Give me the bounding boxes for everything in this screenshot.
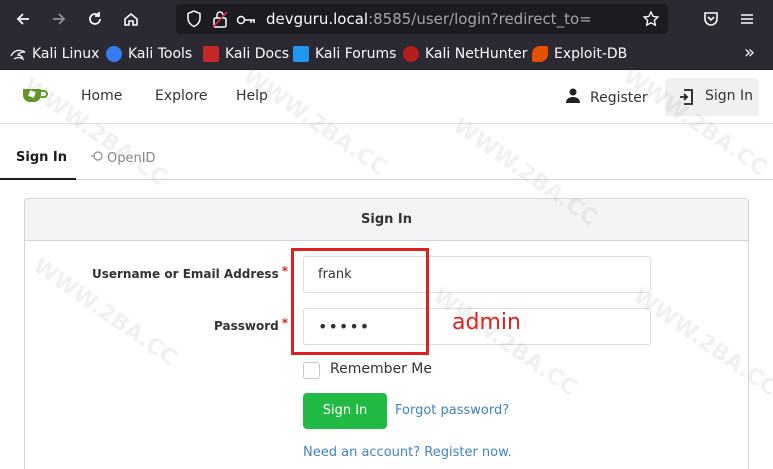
url-bar[interactable]: devguru.local:8585/user/login?redirect_t… <box>176 4 668 34</box>
card-title: Sign In <box>361 212 412 227</box>
bookmark-label: Kali Tools <box>128 46 193 62</box>
url-text[interactable]: devguru.local:8585/user/login?redirect_t… <box>266 10 592 28</box>
kali-tools-icon <box>106 46 122 62</box>
nav-register[interactable]: Register <box>566 88 648 107</box>
password-label: Password * <box>214 316 288 333</box>
openid-icon <box>91 150 103 166</box>
bookmark-label: Exploit-DB <box>554 46 628 62</box>
annotation-text: admin <box>452 310 521 335</box>
shield-icon[interactable] <box>186 10 202 32</box>
permissions-key-icon[interactable] <box>236 12 256 31</box>
tab-signin[interactable]: Sign In <box>0 138 76 180</box>
kali-dragon-icon <box>10 46 26 62</box>
bookmark-kali-docs[interactable]: Kali Docs <box>203 45 289 63</box>
bookmark-kali-tools[interactable]: Kali Tools <box>106 45 192 63</box>
site-navbar: Home Explore Help Register Sign In <box>0 70 773 124</box>
card-header: Sign In <box>25 199 748 241</box>
pocket-icon[interactable] <box>700 8 722 30</box>
bookmark-label: Kali Docs <box>225 46 290 62</box>
bookmarks-bar: Kali Linux Kali Tools Kali Docs Kali For… <box>0 38 773 70</box>
url-path: :8585/user/login?redirect_to= <box>368 10 592 28</box>
back-icon[interactable] <box>12 8 34 30</box>
tab-openid[interactable]: OpenID <box>91 150 156 166</box>
bookmark-kali-nethunter[interactable]: Kali NetHunter <box>403 45 527 63</box>
nethunter-icon <box>403 46 419 62</box>
username-label: Username or Email Address * <box>91 264 288 281</box>
insecure-lock-icon[interactable] <box>212 10 228 32</box>
kali-docs-icon <box>203 46 219 62</box>
password-label-text: Password <box>214 319 279 333</box>
sign-in-door-icon <box>679 89 693 109</box>
signin-submit-button[interactable]: Sign In <box>303 393 387 429</box>
login-tabs: Sign In OpenID <box>0 138 773 180</box>
bookmark-label: Kali NetHunter <box>425 46 528 62</box>
username-label-text: Username or Email Address <box>91 267 279 281</box>
bookmark-kali-forums[interactable]: Kali Forums <box>293 45 396 63</box>
menu-icon[interactable] <box>736 8 758 30</box>
signin-label: Sign In <box>705 88 753 104</box>
tab-openid-label: OpenID <box>107 150 156 166</box>
browser-toolbar: devguru.local:8585/user/login?redirect_t… <box>0 0 773 38</box>
user-icon <box>566 88 580 107</box>
bookmark-exploit-db[interactable]: Exploit-DB <box>532 45 627 63</box>
url-host: devguru.local <box>266 10 369 28</box>
bookmark-label: Kali Forums <box>315 46 397 62</box>
remember-me-checkbox[interactable] <box>303 362 320 379</box>
annotation-red-box <box>291 248 429 355</box>
bookmark-star-icon[interactable] <box>642 10 660 32</box>
nav-explore[interactable]: Explore <box>155 88 208 104</box>
tab-signin-label: Sign In <box>16 150 67 165</box>
bookmarks-overflow-icon[interactable]: » <box>744 42 755 63</box>
forward-icon[interactable] <box>48 8 70 30</box>
gitea-logo-icon[interactable] <box>22 85 48 111</box>
bookmark-kali-linux[interactable]: Kali Linux <box>10 45 99 63</box>
exploit-db-icon <box>532 46 548 62</box>
reload-icon[interactable] <box>84 8 106 30</box>
home-icon[interactable] <box>120 8 142 30</box>
nav-help[interactable]: Help <box>236 88 268 104</box>
required-mark: * <box>281 264 288 278</box>
bookmark-label: Kali Linux <box>32 46 100 62</box>
kali-forums-icon <box>293 46 309 62</box>
register-link[interactable]: Need an account? Register now. <box>303 445 512 460</box>
remember-me-label[interactable]: Remember Me <box>330 361 432 377</box>
required-mark: * <box>281 316 288 330</box>
forgot-password-link[interactable]: Forgot password? <box>395 403 509 418</box>
register-label: Register <box>590 89 648 106</box>
nav-signin-button[interactable]: Sign In <box>665 78 759 116</box>
nav-home[interactable]: Home <box>81 88 122 104</box>
